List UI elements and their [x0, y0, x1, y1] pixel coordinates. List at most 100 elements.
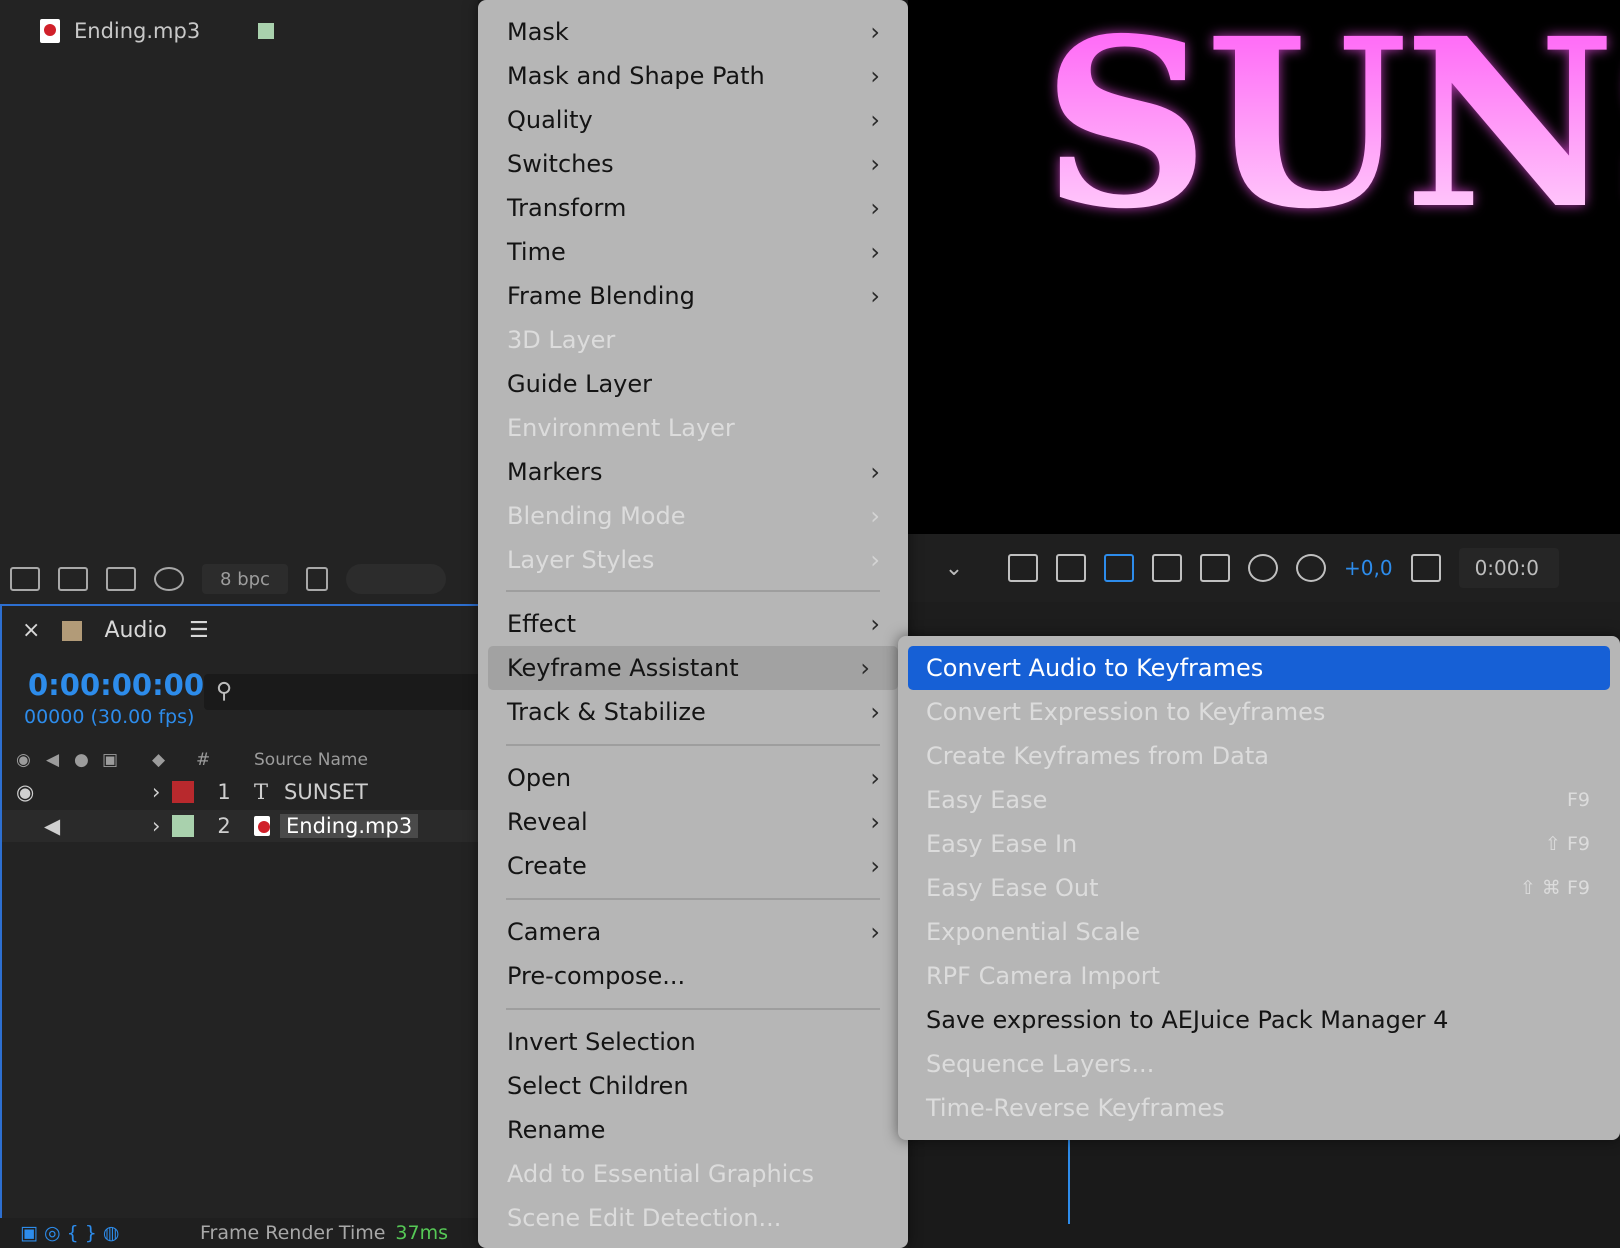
viewer-toolbar: ⌄ +0,0 0:00:0: [908, 534, 1620, 602]
submenu-item-time-reverse-keyframes: Time-Reverse Keyframes: [898, 1086, 1620, 1130]
exposure-value[interactable]: +0,0: [1344, 556, 1393, 580]
menu-item-camera[interactable]: Camera ›: [478, 910, 908, 954]
menu-item-quality[interactable]: Quality ›: [478, 98, 908, 142]
menu-item-markers[interactable]: Markers ›: [478, 450, 908, 494]
transparency-grid-icon[interactable]: [1056, 554, 1086, 582]
mask-visibility-icon[interactable]: [1104, 554, 1134, 582]
menu-item-layer-styles: Layer Styles ›: [478, 538, 908, 582]
frame-render-time-value: 37ms: [395, 1222, 449, 1244]
menu-item-guide-layer[interactable]: Guide Layer: [478, 362, 908, 406]
interpret-footage-icon[interactable]: [10, 567, 40, 591]
menu-item-scene-edit-detection: Scene Edit Detection...: [478, 1196, 908, 1240]
render-toggle-icon[interactable]: [154, 567, 184, 591]
reset-exposure-icon[interactable]: [1296, 554, 1326, 582]
speaker-icon[interactable]: ◀: [46, 750, 74, 770]
project-search-pill[interactable]: [346, 564, 446, 594]
new-composition-icon[interactable]: [106, 567, 136, 591]
viewer-timecode[interactable]: 0:00:0: [1458, 548, 1559, 588]
submenu-item-label: Convert Audio to Keyframes: [926, 654, 1264, 682]
new-folder-icon[interactable]: [58, 567, 88, 591]
menu-item-label: Time: [507, 238, 566, 266]
label-color-swatch[interactable]: [258, 23, 275, 39]
submenu-item-easy-ease-out: Easy Ease Out ⇧ ⌘ F9: [898, 866, 1620, 910]
menu-item-track-stabilize[interactable]: Track & Stabilize ›: [478, 690, 908, 734]
lock-icon[interactable]: ▣: [102, 750, 152, 770]
submenu-item-convert-expression-to-keyframes: Convert Expression to Keyframes: [898, 690, 1620, 734]
column-number-header: #: [196, 750, 211, 770]
menu-item-select-children[interactable]: Select Children: [478, 1064, 908, 1108]
chevron-right-icon: ›: [860, 654, 870, 682]
chevron-right-icon[interactable]: ›: [152, 814, 172, 838]
menu-item-keyframe-assistant[interactable]: Keyframe Assistant ›: [488, 646, 898, 690]
chevron-right-icon: ›: [870, 62, 880, 90]
snapshot-camera-icon[interactable]: [1410, 554, 1441, 582]
menu-item-frame-blending[interactable]: Frame Blending ›: [478, 274, 908, 318]
menu-item-label: Add to Essential Graphics: [507, 1160, 815, 1188]
menu-item-label: Layer Styles: [507, 546, 655, 574]
chevron-right-icon[interactable]: ›: [152, 780, 172, 804]
submenu-item-convert-audio-to-keyframes[interactable]: Convert Audio to Keyframes: [908, 646, 1610, 690]
grid-guides-icon[interactable]: [1200, 554, 1230, 582]
menu-item-mask[interactable]: Mask ›: [478, 10, 908, 54]
layer-name[interactable]: Ending.mp3: [280, 814, 419, 838]
speaker-icon[interactable]: ◀: [44, 814, 152, 838]
menu-item-reveal[interactable]: Reveal ›: [478, 800, 908, 844]
source-name-header[interactable]: Source Name: [254, 750, 368, 770]
menu-item-label: Markers: [507, 458, 603, 486]
menu-item-transform[interactable]: Transform ›: [478, 186, 908, 230]
channel-rgb-icon[interactable]: [1248, 554, 1278, 582]
layer-number: 2: [217, 814, 231, 838]
playhead-line[interactable]: [1068, 1140, 1070, 1224]
timeline-tab[interactable]: × Audio ☰: [22, 618, 209, 643]
timeline-tab-label: Audio: [104, 618, 167, 643]
menu-item-time[interactable]: Time ›: [478, 230, 908, 274]
timeline-search-input[interactable]: ⚲: [204, 674, 484, 710]
timeline-panel: × Audio ☰ 0:00:00:00 00000 (30.00 fps) ⚲…: [0, 604, 484, 1248]
menu-item-open[interactable]: Open ›: [478, 756, 908, 800]
menu-item-rename[interactable]: Rename: [478, 1108, 908, 1152]
label-tag-icon[interactable]: ◆: [152, 750, 196, 770]
close-icon[interactable]: ×: [22, 618, 40, 643]
eye-icon[interactable]: ◉: [16, 780, 152, 804]
menu-item-mask-and-shape-path[interactable]: Mask and Shape Path ›: [478, 54, 908, 98]
keyframe-assistant-submenu: Convert Audio to Keyframes Convert Expres…: [898, 636, 1620, 1140]
menu-item-label: Frame Blending: [507, 282, 695, 310]
solo-icon[interactable]: ●: [74, 750, 102, 770]
bit-depth-button[interactable]: 8 bpc: [202, 564, 288, 594]
keyboard-shortcut: ⇧ ⌘ F9: [1519, 877, 1590, 899]
region-of-interest-icon[interactable]: [1152, 554, 1182, 582]
current-time[interactable]: 0:00:00:00: [28, 668, 204, 702]
menu-item-create[interactable]: Create ›: [478, 844, 908, 888]
submenu-item-label: Easy Ease In: [926, 830, 1078, 858]
project-item-ending[interactable]: Ending.mp3: [40, 14, 275, 48]
menu-item-switches[interactable]: Switches ›: [478, 142, 908, 186]
timeline-footer-icons[interactable]: ▣ ◎ { } ◍: [20, 1222, 200, 1244]
chevron-right-icon: ›: [870, 238, 880, 266]
menu-item-invert-selection[interactable]: Invert Selection: [478, 1020, 908, 1064]
fast-previews-icon[interactable]: [1008, 554, 1038, 582]
comp-color-swatch: [62, 620, 83, 641]
panel-menu-icon[interactable]: ☰: [189, 618, 209, 643]
submenu-item-label: Save expression to AEJuice Pack Manager …: [926, 1006, 1449, 1034]
layer-number: 1: [217, 780, 231, 804]
submenu-item-save-expression-to-aejuice-pack-manager-4[interactable]: Save expression to AEJuice Pack Manager …: [898, 998, 1620, 1042]
menu-item-pre-compose[interactable]: Pre-compose...: [478, 954, 908, 998]
chevron-right-icon: ›: [870, 610, 880, 638]
layer-color-swatch[interactable]: [172, 781, 194, 803]
menu-item-effect[interactable]: Effect ›: [478, 602, 908, 646]
chevron-right-icon: ›: [870, 18, 880, 46]
eye-icon[interactable]: ◉: [16, 750, 46, 770]
menu-item-add-to-essential-graphics: Add to Essential Graphics: [478, 1152, 908, 1196]
layer-color-swatch[interactable]: [172, 815, 194, 837]
keyboard-shortcut: ⇧ F9: [1545, 833, 1590, 855]
composition-viewer[interactable]: SUNSI: [908, 0, 1620, 534]
trash-icon[interactable]: [306, 567, 328, 591]
magnification-dropdown[interactable]: ⌄: [918, 548, 990, 588]
layer-name[interactable]: SUNSET: [284, 780, 368, 804]
layer-row[interactable]: ◀ › 2 Ending.mp3: [2, 810, 480, 842]
frame-count: 00000 (30.00 fps): [24, 706, 195, 728]
layer-row[interactable]: ◉ › 1 T SUNSET: [2, 776, 480, 808]
chevron-down-icon: ⌄: [944, 555, 964, 581]
search-icon: ⚲: [216, 679, 233, 704]
menu-item-blending-mode: Blending Mode ›: [478, 494, 908, 538]
